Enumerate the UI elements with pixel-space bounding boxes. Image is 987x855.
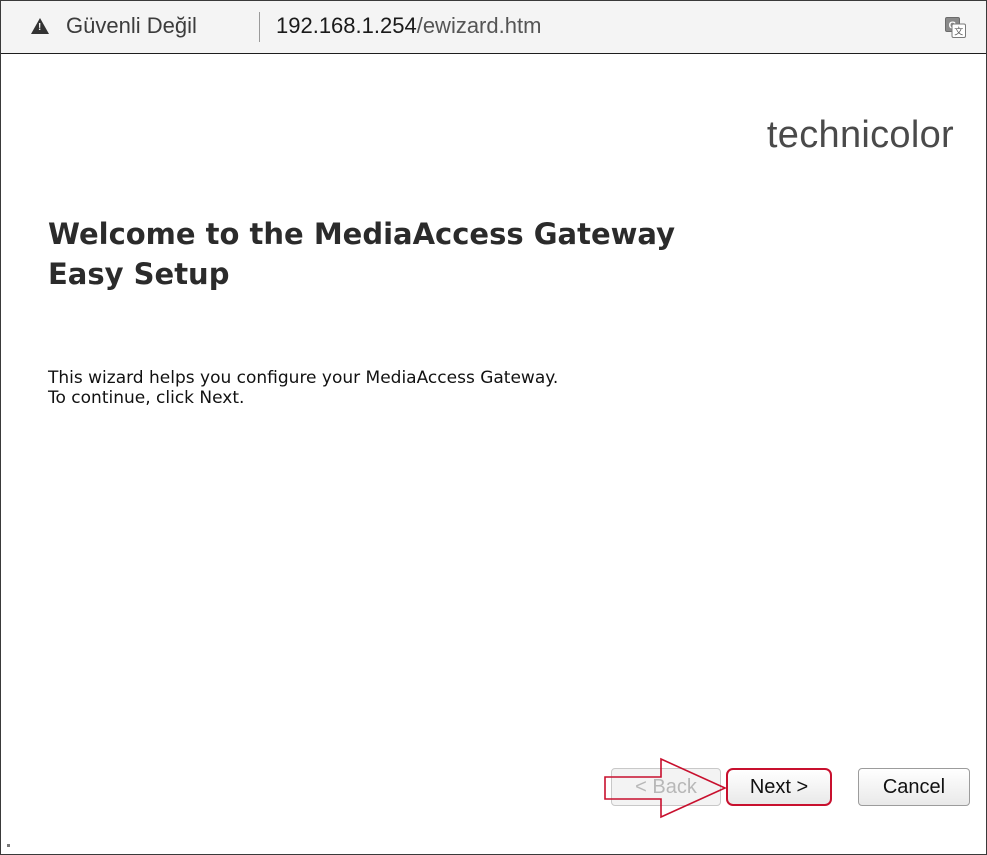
description-line-2: To continue, click Next. [48, 388, 245, 408]
wizard-description: This wizard helps you configure your Med… [48, 368, 848, 408]
address-separator [259, 12, 260, 42]
resize-corner [7, 844, 10, 847]
page-title: Welcome to the MediaAccess Gateway Easy S… [48, 214, 808, 294]
translate-icon[interactable]: G 文 [945, 17, 966, 38]
url-path: /ewizard.htm [416, 13, 542, 38]
next-button[interactable]: Next > [726, 768, 832, 806]
description-line-1: This wizard helps you configure your Med… [48, 368, 559, 388]
url-host: 192.168.1.254 [276, 13, 417, 38]
title-line-2: Easy Setup [48, 257, 230, 291]
cancel-button[interactable]: Cancel [858, 768, 970, 806]
back-button[interactable]: < Back [611, 768, 721, 806]
url-text[interactable]: 192.168.1.254/ewizard.htm [276, 13, 541, 39]
svg-text:文: 文 [954, 26, 963, 38]
security-label[interactable]: Güvenli Değil [66, 13, 197, 39]
title-line-1: Welcome to the MediaAccess Gateway [48, 217, 675, 251]
browser-window: Güvenli Değil 192.168.1.254/ewizard.htm … [0, 0, 987, 855]
brand-logo: technicolor [766, 114, 954, 156]
address-bar[interactable]: Güvenli Değil 192.168.1.254/ewizard.htm … [1, 1, 986, 54]
warning-triangle-icon [31, 18, 49, 34]
